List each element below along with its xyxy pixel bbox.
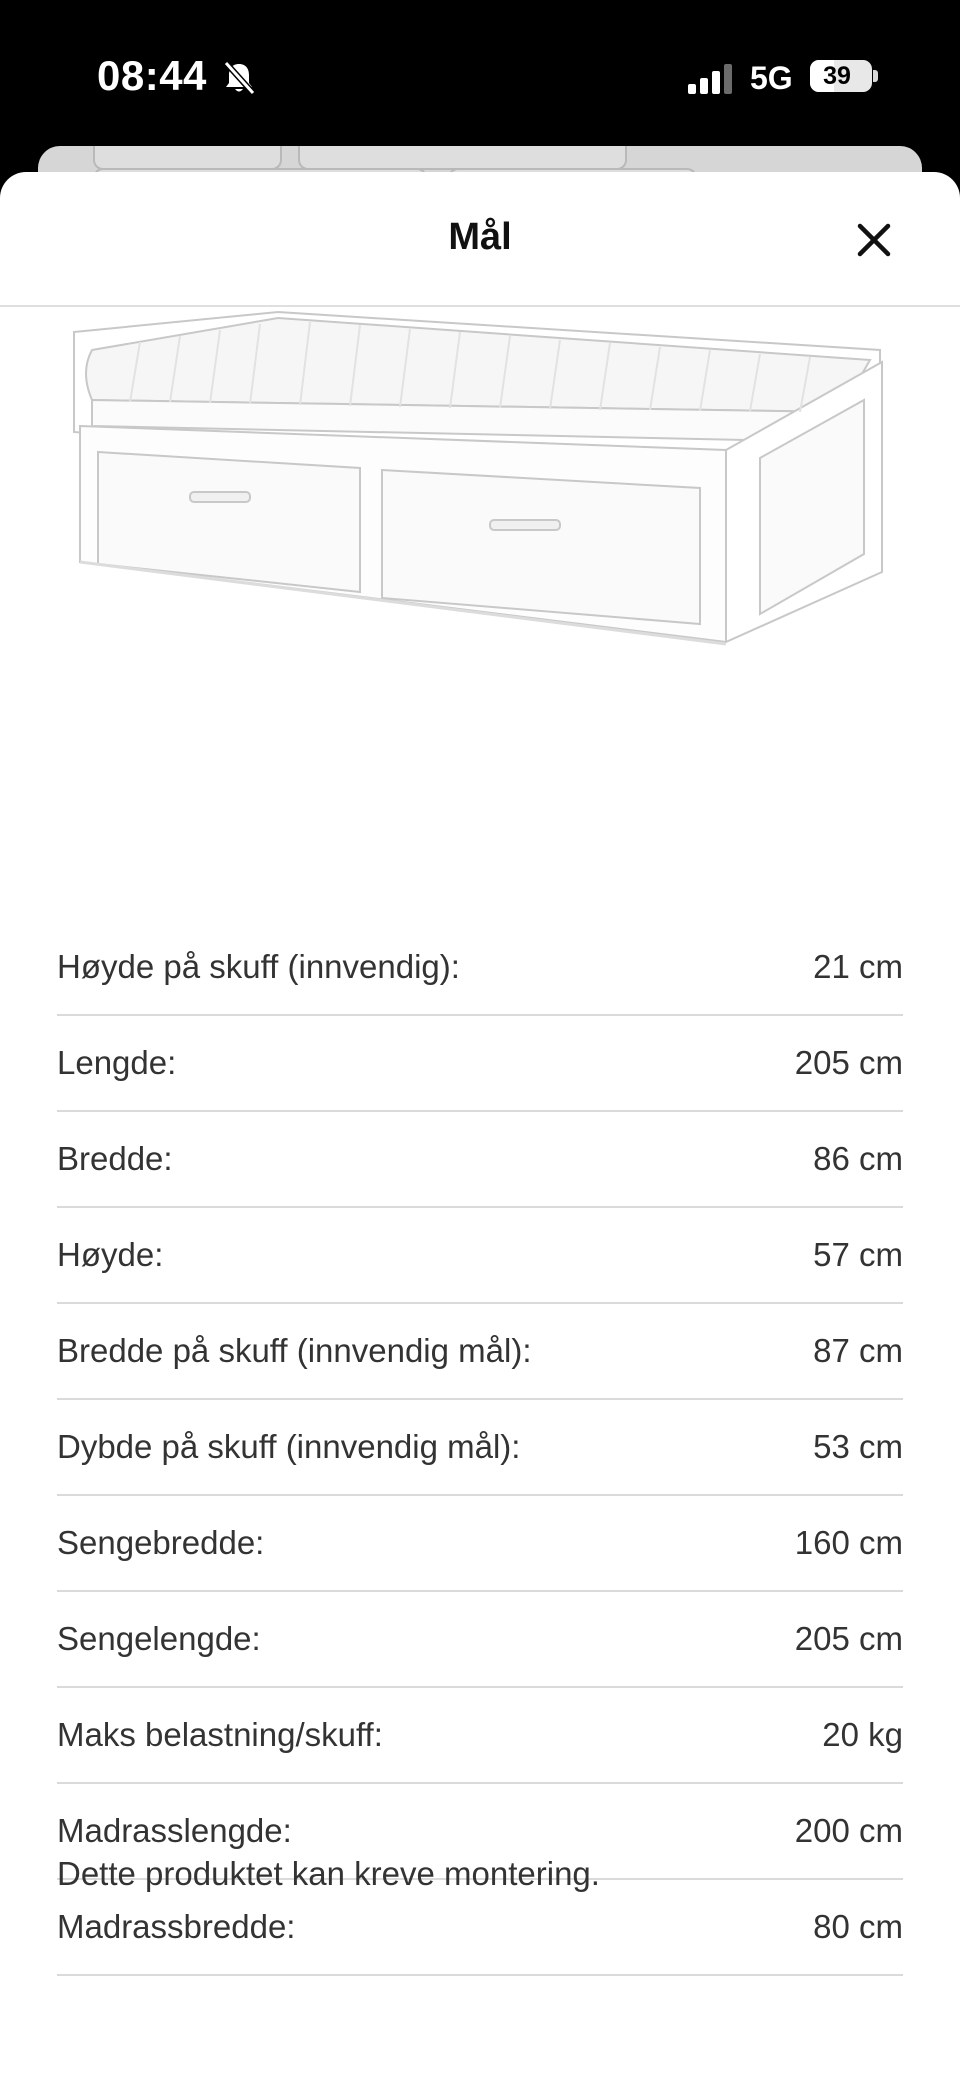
dimension-value: 86 cm [813, 1140, 903, 1177]
battery-icon: 39 [810, 60, 872, 92]
dimension-label: Maks belastning/skuff: [57, 1716, 383, 1753]
dimensions-sheet: Mål Høyde på skuff (innvendig): 21 cm Le… [0, 172, 960, 2087]
network-label: 5G [750, 60, 793, 96]
dimension-row: Bredde på skuff (innvendig mål): 87 cm [57, 1304, 903, 1400]
dimension-value: 87 cm [813, 1332, 903, 1369]
dimension-row: Maks belastning/skuff: 20 kg [57, 1688, 903, 1784]
dimension-value: 57 cm [813, 1236, 903, 1273]
dimension-row: Madrassbredde: 80 cm [57, 1880, 903, 1976]
dimension-row: Høyde: 57 cm [57, 1208, 903, 1304]
close-icon[interactable] [852, 218, 896, 262]
status-time: 08:44 [97, 52, 207, 99]
dimensions-list: Høyde på skuff (innvendig): 21 cm Lengde… [57, 920, 903, 1976]
dimension-row: Bredde: 86 cm [57, 1112, 903, 1208]
dimension-value: 20 kg [822, 1716, 903, 1753]
dimension-value: 160 cm [794, 1524, 903, 1561]
dimension-value: 200 cm [794, 1812, 903, 1849]
product-image [73, 310, 883, 646]
dimension-value: 80 cm [813, 1908, 903, 1945]
dimension-row: Dybde på skuff (innvendig mål): 53 cm [57, 1400, 903, 1496]
background-tab [298, 146, 627, 170]
battery-percentage: 39 [823, 62, 851, 90]
assembly-note: Dette produktet kan kreve montering. [57, 1855, 600, 1892]
dimension-row: Høyde på skuff (innvendig): 21 cm [57, 920, 903, 1016]
dimension-label: Sengebredde: [57, 1524, 265, 1561]
background-tab [93, 146, 282, 170]
dimension-label: Madrasslengde: [57, 1812, 292, 1849]
status-bar: 08:44 5G 39 [0, 0, 960, 150]
dimension-value: 205 cm [794, 1044, 903, 1081]
dimension-label: Bredde: [57, 1140, 173, 1177]
dimension-row: Lengde: 205 cm [57, 1016, 903, 1112]
dimension-row: Sengelengde: 205 cm [57, 1592, 903, 1688]
sheet-title: Mål [448, 216, 512, 258]
bell-slash-icon [223, 60, 256, 96]
sheet-header: Mål [0, 172, 960, 307]
dimension-value: 21 cm [813, 948, 903, 985]
dimension-label: Madrassbredde: [57, 1908, 296, 1945]
dimension-label: Bredde på skuff (innvendig mål): [57, 1332, 532, 1369]
dimension-value: 205 cm [794, 1620, 903, 1657]
battery-tip [873, 70, 878, 82]
signal-bars-icon [688, 64, 732, 94]
dimension-label: Sengelengde: [57, 1620, 261, 1657]
dimension-value: 53 cm [813, 1428, 903, 1465]
dimension-label: Høyde: [57, 1236, 164, 1273]
dimension-label: Lengde: [57, 1044, 177, 1081]
dimension-label: Dybde på skuff (innvendig mål): [57, 1428, 521, 1465]
dimension-label: Høyde på skuff (innvendig): [57, 948, 460, 985]
dimension-row: Sengebredde: 160 cm [57, 1496, 903, 1592]
